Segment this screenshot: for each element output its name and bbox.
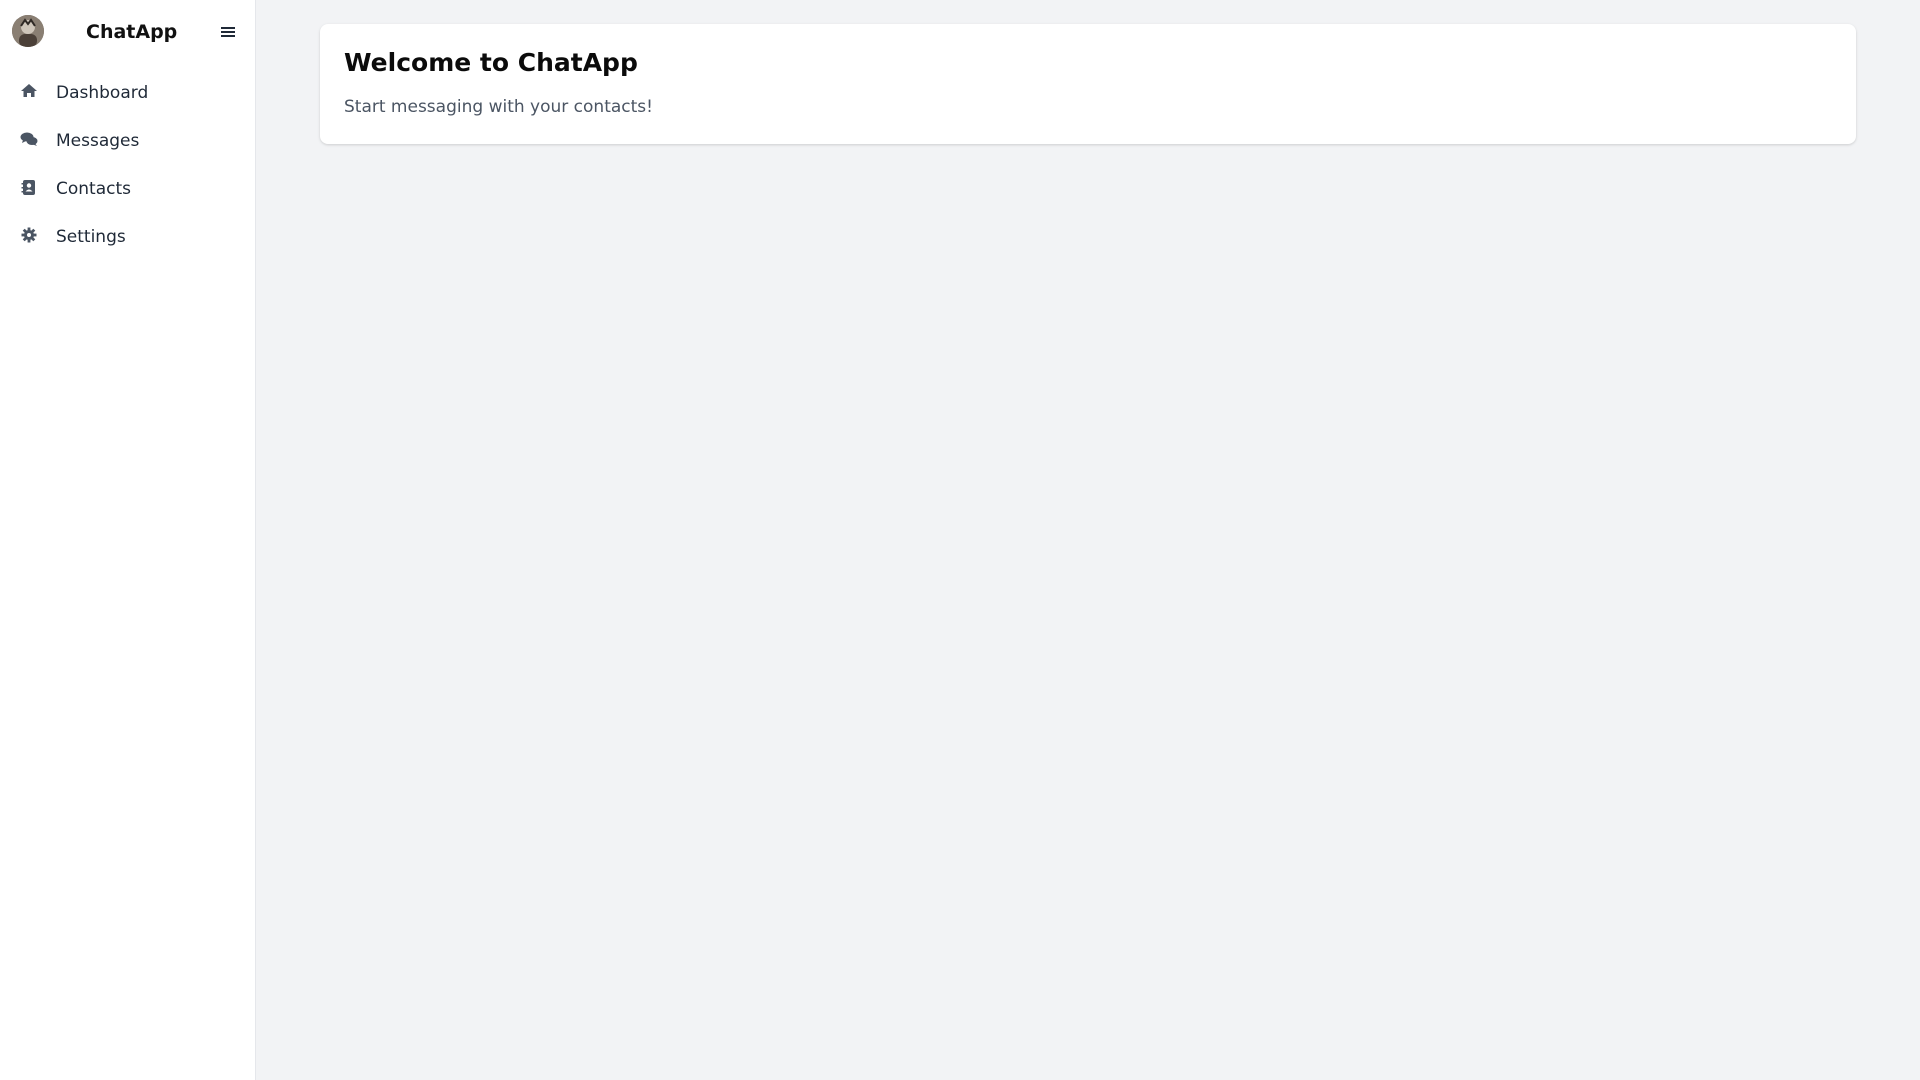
address-book-icon: [19, 177, 39, 197]
sidebar-item-label: Dashboard: [56, 83, 149, 103]
hamburger-menu-icon: [221, 27, 235, 37]
welcome-card: Welcome to ChatApp Start messaging with …: [320, 24, 1856, 144]
chat-bubbles-icon: [19, 129, 39, 149]
sidebar: ChatApp Dashboard Messages Contacts Sett…: [0, 0, 256, 1080]
avatar-image: [12, 15, 44, 47]
home-icon: [19, 81, 39, 101]
sidebar-item-messages[interactable]: Messages: [0, 120, 256, 168]
sidebar-item-settings[interactable]: Settings: [0, 216, 256, 264]
avatar[interactable]: [12, 15, 44, 47]
sidebar-item-contacts[interactable]: Contacts: [0, 168, 256, 216]
page-title: Welcome to ChatApp: [344, 48, 638, 77]
sidebar-item-label: Contacts: [56, 179, 131, 199]
menu-toggle-button[interactable]: [218, 20, 238, 44]
welcome-message: Start messaging with your contacts!: [344, 97, 653, 117]
sidebar-nav: Dashboard Messages Contacts Settings: [0, 72, 256, 264]
app-brand: ChatApp: [86, 21, 178, 43]
sidebar-item-label: Settings: [56, 227, 126, 247]
gear-icon: [19, 225, 39, 245]
sidebar-item-label: Messages: [56, 131, 140, 151]
sidebar-header: ChatApp: [0, 0, 256, 64]
main-content: Welcome to ChatApp Start messaging with …: [256, 0, 1920, 1080]
sidebar-item-dashboard[interactable]: Dashboard: [0, 72, 256, 120]
